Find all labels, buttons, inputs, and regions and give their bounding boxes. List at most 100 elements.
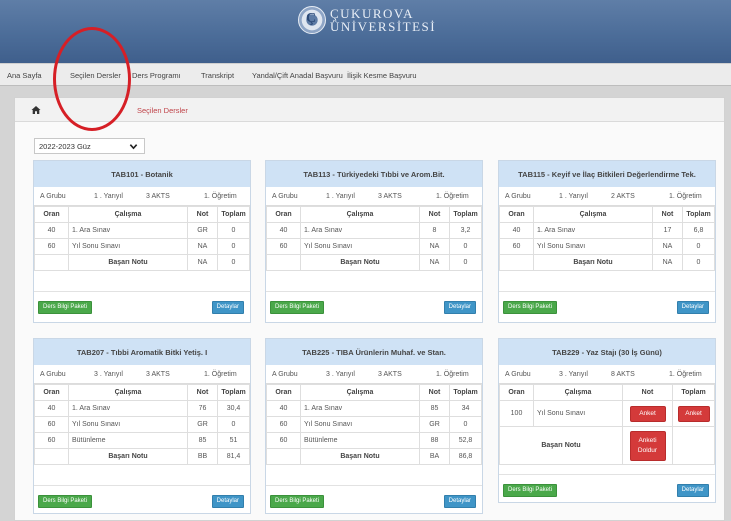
col-toplam: Toplam: [217, 384, 250, 401]
table-cell: Yıl Sonu Sınavı: [300, 238, 420, 255]
table-cell: BB: [187, 448, 218, 465]
course-card-header: TAB115 - Keyif ve İlaç Bitkileri Değerle…: [499, 161, 715, 187]
table-cell: 1. Ara Sınav: [300, 400, 420, 417]
table-cell: 81,4: [217, 448, 250, 465]
table-cell: 100: [499, 400, 534, 427]
university-emblem-icon: Ç: [298, 6, 326, 34]
table-cell: Başarı Notu: [300, 448, 420, 465]
course-card-header: TAB207 - Tıbbi Aromatik Bitki Yetiş. I: [34, 339, 250, 365]
table-cell: 40: [499, 222, 534, 239]
table-cell: NA: [419, 254, 450, 271]
course-card: TAB115 - Keyif ve İlaç Bitkileri Değerle…: [498, 160, 716, 323]
nav-transcript[interactable]: Transkript: [201, 71, 234, 80]
course-type: 1. Öğretim: [669, 371, 702, 378]
table-cell: 6,8: [682, 222, 715, 239]
table-cell: BA: [419, 448, 450, 465]
table-cell: Bütünleme: [68, 432, 188, 449]
table-row: 40 1. Ara Sınav 76 30,4: [34, 400, 250, 417]
table-cell: 60: [266, 416, 301, 433]
survey-button[interactable]: Anket: [677, 405, 710, 422]
university-logo[interactable]: Ç ÇUKUROVA ÜNİVERSİTESİ: [298, 6, 448, 36]
table-cell: 51: [217, 432, 250, 449]
term-select[interactable]: 2022-2023 Güz: [34, 138, 145, 154]
breadcrumb-current[interactable]: Seçilen Dersler: [137, 106, 188, 115]
home-icon[interactable]: [31, 105, 41, 115]
course-type: 1. Öğretim: [669, 193, 702, 200]
table-cell: 85: [419, 400, 450, 417]
table-cell: 0: [449, 238, 482, 255]
course-card-footer: Ders Bilgi Paketi Detaylar: [34, 291, 250, 322]
table-cell: 0: [682, 254, 715, 271]
details-button[interactable]: Detaylar: [211, 301, 244, 314]
table-cell: Yıl Sonu Sınavı: [68, 238, 188, 255]
course-info-button[interactable]: Ders Bilgi Paketi: [270, 301, 325, 314]
table-row: 60 Yıl Sonu Sınavı GR 0: [266, 416, 482, 433]
col-toplam: Toplam: [449, 384, 482, 401]
course-meta: A Grubu 3 . Yarıyıl 3 AKTS 1. Öğretim: [266, 365, 482, 384]
table-row: 100 Yıl Sonu Sınavı Anket Anket: [499, 400, 715, 427]
table-cell: Yıl Sonu Sınavı: [300, 416, 420, 433]
course-card: TAB207 - Tıbbi Aromatik Bitki Yetiş. I A…: [33, 338, 251, 514]
course-title: TAB229 - Yaz Stajı (30 İş Günü): [552, 348, 662, 357]
table-cell: [672, 426, 715, 465]
course-group: A Grubu: [272, 371, 298, 378]
course-card: TAB113 - Türkiyedeki Tıbbi ve Arom.Bit. …: [265, 160, 483, 323]
table-cell: 60: [34, 416, 69, 433]
details-button[interactable]: Detaylar: [443, 301, 476, 314]
details-button[interactable]: Detaylar: [211, 495, 244, 508]
table-cell: [266, 254, 301, 271]
table-cell: 76: [187, 400, 218, 417]
table-cell: Yıl Sonu Sınavı: [533, 400, 623, 427]
table-cell: Anket: [672, 400, 715, 427]
course-card-footer: Ders Bilgi Paketi Detaylar: [499, 474, 715, 502]
fill-survey-button[interactable]: Anketi Doldur: [629, 430, 666, 461]
course-type: 1. Öğretim: [204, 193, 237, 200]
table-cell: 1. Ara Sınav: [300, 222, 420, 239]
table-cell: [266, 448, 301, 465]
table-cell: [34, 254, 69, 271]
nav-minor-double-major[interactable]: Yandal/Çift Anadal Başvuru: [252, 71, 343, 80]
col-oran: Oran: [266, 384, 301, 401]
course-meta: A Grubu 3 . Yarıyıl 8 AKTS 1. Öğretim: [499, 365, 715, 384]
final-grade-row: Başarı Notu Anketi Doldur: [499, 426, 715, 465]
survey-button[interactable]: Anket: [629, 405, 666, 422]
details-button[interactable]: Detaylar: [676, 301, 709, 314]
table-row: 60 Bütünleme 85 51: [34, 432, 250, 449]
nav-home[interactable]: Ana Sayfa: [7, 71, 42, 80]
course-card-header: TAB229 - Yaz Stajı (30 İş Günü): [499, 339, 715, 365]
nav-course-schedule[interactable]: Ders Programı: [132, 71, 181, 80]
table-cell: 3,2: [449, 222, 482, 239]
table-row: 60 Yıl Sonu Sınavı GR 0: [34, 416, 250, 433]
col-not: Not: [419, 384, 450, 401]
table-cell: Başarı Notu: [68, 254, 188, 271]
course-info-button[interactable]: Ders Bilgi Paketi: [503, 301, 558, 314]
table-cell: 40: [266, 222, 301, 239]
course-term: 1 . Yarıyıl: [559, 193, 588, 200]
course-term: 3 . Yarıyıl: [94, 371, 123, 378]
course-term: 3 . Yarıyıl: [326, 371, 355, 378]
final-grade-row: Başarı Notu BA 86,8: [266, 448, 482, 465]
table-cell: 30,4: [217, 400, 250, 417]
course-info-button[interactable]: Ders Bilgi Paketi: [270, 495, 325, 508]
course-term: 3 . Yarıyıl: [559, 371, 588, 378]
details-button[interactable]: Detaylar: [676, 484, 709, 497]
course-info-button[interactable]: Ders Bilgi Paketi: [38, 495, 93, 508]
course-card-footer: Ders Bilgi Paketi Detaylar: [34, 485, 250, 513]
table-cell: Başarı Notu: [300, 254, 420, 271]
course-akts: 2 AKTS: [611, 193, 635, 200]
table-cell: NA: [187, 238, 218, 255]
table-cell: 0: [217, 416, 250, 433]
course-card-header: TAB225 - TIBA Ürünlerin Muhaf. ve Stan.: [266, 339, 482, 365]
col-toplam: Toplam: [682, 206, 715, 223]
nav-withdrawal-application[interactable]: İlişik Kesme Başvuru: [347, 71, 417, 80]
details-button[interactable]: Detaylar: [443, 495, 476, 508]
course-title: TAB101 - Botanik: [111, 170, 173, 179]
course-info-button[interactable]: Ders Bilgi Paketi: [503, 484, 558, 497]
table-cell: Başarı Notu: [68, 448, 188, 465]
table-cell: 88: [419, 432, 450, 449]
course-info-button[interactable]: Ders Bilgi Paketi: [38, 301, 93, 314]
table-cell: [34, 448, 69, 465]
course-title: TAB113 - Türkiyedeki Tıbbi ve Arom.Bit.: [303, 170, 445, 179]
course-term: 1 . Yarıyıl: [326, 193, 355, 200]
col-toplam: Toplam: [672, 384, 715, 401]
